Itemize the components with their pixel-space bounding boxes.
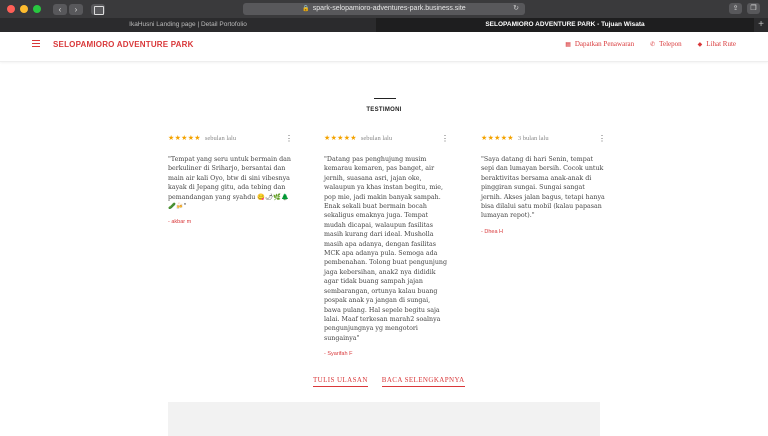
review-text: "Tempat yang seru untuk bermain dan berk… xyxy=(168,156,291,211)
site-brand[interactable]: SELOPAMIORO ADVENTURE PARK xyxy=(53,40,194,49)
tab-selopamioro[interactable]: SELOPAMIORO ADVENTURE PARK - Tujuan Wisa… xyxy=(377,18,754,32)
back-icon[interactable]: ‹ xyxy=(53,3,67,15)
tab-portfolio[interactable]: IkaHusni Landing page | Detail Portofoli… xyxy=(0,18,377,32)
more-options-icon[interactable]: ⋮ xyxy=(441,135,449,143)
review-text: "Datang pas penghujung musim kemarau kem… xyxy=(324,156,447,342)
more-options-icon[interactable]: ⋮ xyxy=(598,135,606,143)
tab-overview-icon[interactable]: ❐ xyxy=(747,3,760,14)
review-rating: ★★★★★ sebulan lalu xyxy=(168,134,293,143)
menu-icon[interactable] xyxy=(32,40,40,48)
forward-icon[interactable]: › xyxy=(69,3,83,15)
review-card: ★★★★★ 3 bulan lalu ⋮ "Saya datang di har… xyxy=(481,134,606,235)
new-tab-icon[interactable]: + xyxy=(754,18,768,32)
review-time: 3 bulan lalu xyxy=(517,134,549,142)
share-icon[interactable]: ⇪ xyxy=(729,3,742,14)
directions-label: Lihat Rute xyxy=(706,40,736,48)
phone-icon: ✆ xyxy=(650,41,656,48)
review-author: - akbar m xyxy=(168,219,192,226)
address-bar[interactable]: 🔒 spark-selopamioro-adventures-park.busin… xyxy=(243,3,525,15)
url-text: spark-selopamioro-adventures-park.busine… xyxy=(312,5,466,12)
offer-icon: ▦ xyxy=(565,41,571,48)
section-divider xyxy=(374,98,396,99)
reload-icon[interactable]: ↻ xyxy=(513,3,519,15)
site-header: SELOPAMIORO ADVENTURE PARK ▦ Dapatkan Pe… xyxy=(0,32,768,62)
minimize-window-button[interactable] xyxy=(20,5,28,13)
review-card: ★★★★★ sebulan lalu ⋮ "Tempat yang seru u… xyxy=(168,134,293,226)
review-rating: ★★★★★ sebulan lalu xyxy=(324,134,449,143)
review-text: "Saya datang di hari Senin, tempat sepi … xyxy=(481,156,605,220)
tab-bar: IkaHusni Landing page | Detail Portofoli… xyxy=(0,18,768,32)
write-review-button[interactable]: TULIS ULASAN xyxy=(313,376,368,387)
header-actions: ▦ Dapatkan Penawaran ✆ Telepon ◆ Lihat R… xyxy=(565,40,736,48)
window-controls xyxy=(7,5,41,13)
section-title: TESTIMONI xyxy=(366,107,402,113)
next-section-block xyxy=(168,402,600,436)
get-offer-link[interactable]: ▦ Dapatkan Penawaran xyxy=(565,40,634,48)
read-more-button[interactable]: BACA SELENGKAPNYA xyxy=(381,376,465,387)
maximize-window-button[interactable] xyxy=(33,5,41,13)
get-offer-label: Dapatkan Penawaran xyxy=(574,40,635,48)
star-rating-icon: ★★★★★ xyxy=(168,135,201,142)
review-card: ★★★★★ sebulan lalu ⋮ "Datang pas penghuj… xyxy=(324,134,449,358)
review-author: - Dhea H xyxy=(481,228,504,235)
directions-icon: ◆ xyxy=(697,41,703,48)
review-author: - Syarifah F xyxy=(324,351,353,358)
phone-label: Telepon xyxy=(659,40,682,48)
review-time: sebulan lalu xyxy=(360,134,393,142)
more-options-icon[interactable]: ⋮ xyxy=(285,135,293,143)
browser-toolbar: ‹ › 🔒 spark-selopamioro-adventures-park.b… xyxy=(0,0,768,18)
lock-icon: 🔒 xyxy=(302,6,310,12)
star-rating-icon: ★★★★★ xyxy=(324,135,357,142)
review-time: sebulan lalu xyxy=(204,134,237,142)
review-actions: TULIS ULASAN BACA SELENGKAPNYA xyxy=(313,376,465,387)
close-window-button[interactable] xyxy=(7,5,15,13)
phone-link[interactable]: ✆ Telepon xyxy=(650,40,681,48)
directions-link[interactable]: ◆ Lihat Rute xyxy=(698,40,736,48)
review-rating: ★★★★★ 3 bulan lalu xyxy=(481,134,606,143)
star-rating-icon: ★★★★★ xyxy=(481,135,514,142)
sidebar-toggle-icon[interactable] xyxy=(91,3,105,15)
